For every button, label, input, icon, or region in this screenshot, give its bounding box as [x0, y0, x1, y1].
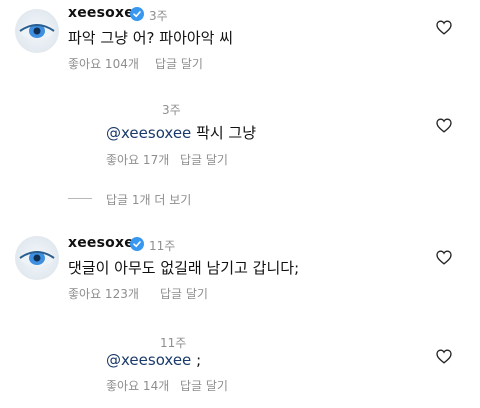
mention-link[interactable]: @xeesoxee	[106, 124, 191, 142]
reply-likes[interactable]: 좋아요 17개	[106, 151, 169, 168]
view-more-replies-button[interactable]: 답글 1개 더 보기	[106, 191, 191, 208]
comment-likes[interactable]: 좋아요 123개	[68, 285, 139, 302]
reply-text: @xeesoxee 팍시 그냥	[106, 122, 256, 143]
like-heart-icon[interactable]	[436, 20, 452, 39]
reply-button[interactable]: 답글 달기	[160, 285, 208, 302]
avatar[interactable]	[15, 9, 59, 53]
like-heart-icon[interactable]	[436, 118, 452, 137]
reply-likes[interactable]: 좋아요 14개	[106, 377, 169, 394]
like-heart-icon[interactable]	[436, 349, 452, 368]
view-more-divider	[68, 198, 92, 199]
avatar-eye-icon	[19, 23, 55, 39]
reply-button[interactable]: 답글 달기	[180, 377, 228, 394]
verified-badge-icon	[130, 237, 144, 251]
reply-button[interactable]: 답글 달기	[180, 151, 228, 168]
comment-text: 댓글이 아무도 없길래 남기고 갑니다;	[68, 259, 300, 277]
reply-button[interactable]: 답글 달기	[155, 55, 203, 72]
like-heart-icon[interactable]	[436, 250, 452, 269]
verified-badge-icon	[130, 7, 144, 21]
reply-text-content: ;	[196, 351, 202, 369]
comment-likes[interactable]: 좋아요 104개	[68, 55, 139, 72]
comment-time: 3주	[149, 9, 168, 23]
comment-time: 11주	[149, 239, 176, 253]
reply-time: 11주	[160, 336, 187, 350]
avatar-eye-icon	[19, 250, 55, 266]
reply-text-content: 팍시 그냥	[196, 124, 257, 142]
reply-time: 3주	[162, 103, 181, 117]
avatar[interactable]	[15, 236, 59, 280]
comment-text: 파악 그냥 어? 파아아악 씨	[68, 29, 234, 47]
mention-link[interactable]: @xeesoxee	[106, 351, 191, 369]
reply-text: @xeesoxee ;	[106, 351, 201, 369]
